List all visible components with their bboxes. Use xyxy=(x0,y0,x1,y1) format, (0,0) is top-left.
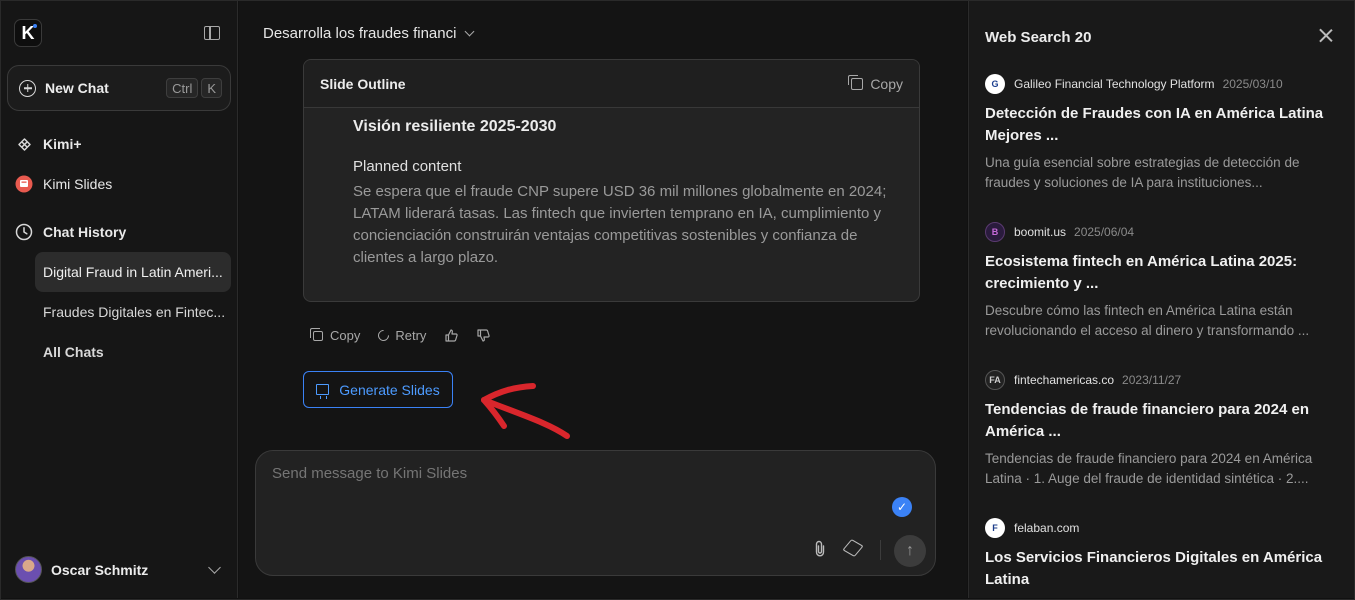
web-search-panel: Web Search 20 G Galileo Financial Techno… xyxy=(968,1,1354,598)
shortcut-key: K xyxy=(201,78,222,98)
generate-slides-button[interactable]: Generate Slides xyxy=(303,371,453,408)
result-source: F felaban.com xyxy=(985,517,1335,539)
result-snippet: Una guía esencial sobre estrategias de d… xyxy=(985,155,1300,190)
all-chats-link[interactable]: All Chats xyxy=(35,332,231,372)
result-snippet: Tendencias de fraude financiero para 202… xyxy=(985,451,1313,486)
chevron-down-icon xyxy=(464,26,475,37)
search-result[interactable]: F felaban.com Los Servicios Financieros … xyxy=(985,517,1335,591)
copy-label: Copy xyxy=(870,75,903,92)
message-input[interactable] xyxy=(272,465,872,482)
new-chat-button[interactable]: New Chat Ctrl K xyxy=(7,65,231,111)
copy-icon xyxy=(848,74,864,90)
result-title: Los Servicios Financieros Digitales en A… xyxy=(985,549,1323,588)
felaban-favicon-icon: F xyxy=(985,518,1005,538)
send-button[interactable]: ↑ xyxy=(894,535,926,567)
clock-icon xyxy=(15,223,33,241)
copy-label: Copy xyxy=(330,328,361,343)
sidebar-item-kimi-slides[interactable]: Kimi Slides xyxy=(15,175,112,193)
shortcut-hint: Ctrl K xyxy=(166,78,222,98)
chat-title: Desarrolla los fraudes financi xyxy=(263,25,457,42)
shortcut-ctrl: Ctrl xyxy=(166,78,199,98)
sidebar-item-label: Kimi Slides xyxy=(43,176,113,192)
chat-main: Desarrolla los fraudes financi Slide Out… xyxy=(239,1,967,598)
fintechamericas-favicon-icon: FA xyxy=(985,370,1005,390)
search-result[interactable]: B boomit.us 2025/06/04 Ecosistema fintec… xyxy=(985,221,1335,341)
kimi-logo[interactable]: K xyxy=(14,19,42,47)
user-menu[interactable]: Oscar Schmitz xyxy=(15,556,225,583)
outline-body: Visión resiliente 2025-2030 Planned cont… xyxy=(304,108,919,269)
history-item[interactable]: Digital Fraud in Latin Ameri... xyxy=(35,252,231,292)
retry-button[interactable]: Retry xyxy=(376,327,427,344)
history-item[interactable]: Fraudes Digitales en Fintec... xyxy=(35,292,231,332)
logo-dot xyxy=(33,24,37,28)
sidebar-item-chat-history[interactable]: Chat History xyxy=(15,223,126,241)
search-result[interactable]: FA fintechamericas.co 2023/11/27 Tendenc… xyxy=(985,369,1335,489)
chevron-down-icon xyxy=(208,561,221,574)
slides-app-icon xyxy=(15,175,33,193)
annotation-arrow xyxy=(481,383,570,439)
slide-outline-card: Slide Outline Copy Visión resiliente 202… xyxy=(303,59,920,302)
galileo-favicon-icon: G xyxy=(985,74,1005,94)
sidebar-item-label: Chat History xyxy=(43,224,127,240)
copy-button[interactable]: Copy xyxy=(310,327,361,343)
outline-title: Slide Outline xyxy=(320,75,406,92)
generate-slides-label: Generate Slides xyxy=(339,381,440,398)
search-result[interactable]: G Galileo Financial Technology Platform … xyxy=(985,73,1335,193)
thumbs-up-icon[interactable] xyxy=(444,329,458,343)
outline-copy-button[interactable]: Copy xyxy=(848,74,903,92)
result-title: Tendencias de fraude financiero para 202… xyxy=(985,401,1310,440)
sidebar-item-kimi-plus[interactable]: Kimi+ xyxy=(15,135,82,153)
copy-icon xyxy=(310,327,323,341)
user-name: Oscar Schmitz xyxy=(51,561,149,578)
divider xyxy=(880,540,881,560)
outline-header: Slide Outline Copy xyxy=(304,60,919,108)
retry-icon xyxy=(376,327,392,344)
result-title: Detección de Fraudes con IA en América L… xyxy=(985,105,1324,144)
plus-circle-icon xyxy=(19,79,36,97)
planned-content-text: Se espera que el fraude CNP supere USD 3… xyxy=(353,183,887,266)
presentation-icon xyxy=(316,384,330,399)
close-icon[interactable] xyxy=(1319,28,1333,42)
message-composer: ✓ ↑ xyxy=(255,450,936,576)
paperclip-icon[interactable] xyxy=(814,540,826,562)
result-source: FA fintechamericas.co 2023/11/27 xyxy=(985,369,1335,391)
source-name: boomit.us xyxy=(1014,225,1067,239)
sidebar-item-label: Kimi+ xyxy=(43,136,82,152)
result-title: Ecosistema fintech en América Latina 202… xyxy=(985,253,1298,292)
kimi-plus-icon xyxy=(15,135,33,153)
result-snippet: Descubre cómo las fintech en América Lat… xyxy=(985,303,1310,338)
source-name: fintechamericas.co xyxy=(1014,373,1115,387)
slide-section-title: Visión resiliente 2025-2030 xyxy=(353,118,557,135)
source-date: 2023/11/27 xyxy=(1122,373,1182,387)
panel-title: Web Search 20 xyxy=(985,29,1092,46)
thumbs-down-icon[interactable] xyxy=(476,329,490,343)
source-date: 2025/03/10 xyxy=(1222,77,1283,91)
source-name: felaban.com xyxy=(1014,521,1080,535)
retry-label: Retry xyxy=(395,328,427,343)
source-date: 2025/06/04 xyxy=(1074,225,1135,239)
sidebar-toggle-icon[interactable] xyxy=(204,26,220,40)
result-source: G Galileo Financial Technology Platform … xyxy=(985,73,1335,95)
cube-icon[interactable] xyxy=(842,539,864,557)
avatar xyxy=(15,556,42,583)
sidebar: K New Chat Ctrl K Kimi+ Kimi Slides Chat… xyxy=(1,1,238,598)
new-chat-label: New Chat xyxy=(45,80,109,96)
planned-content-label: Planned content xyxy=(353,158,462,175)
chat-title-dropdown[interactable]: Desarrolla los fraudes financi xyxy=(263,25,475,42)
source-name: Galileo Financial Technology Platform xyxy=(1014,77,1215,91)
message-actions: Copy Retry xyxy=(310,327,508,344)
result-source: B boomit.us 2025/06/04 xyxy=(985,221,1335,243)
checkmark-icon[interactable]: ✓ xyxy=(892,497,912,517)
boomit-favicon-icon: B xyxy=(985,222,1005,242)
